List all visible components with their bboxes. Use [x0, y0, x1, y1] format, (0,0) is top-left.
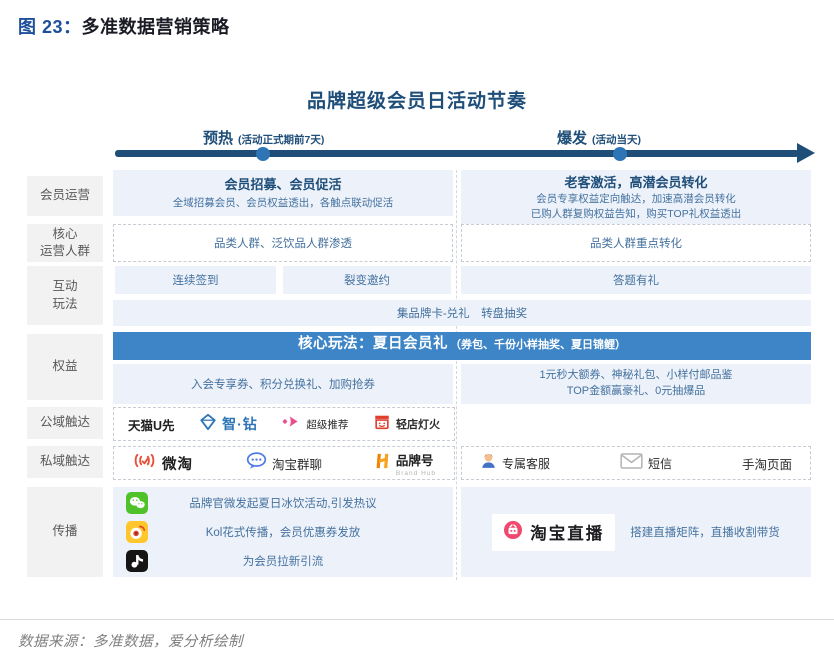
data-source-caption: 数据来源：多准数据，爱分析绘制 — [18, 630, 243, 651]
row-label-core-group: 核心 运营人群 — [27, 224, 103, 262]
membership-burst-line1: 会员专享权益定向触达，加速高潜会员转化 — [536, 192, 736, 207]
membership-burst-title: 老客激活，高潜会员转化 — [564, 172, 707, 191]
logo-qingdian: 轻店灯火 — [373, 413, 440, 436]
core-group-burst-box: 品类人群重点转化 — [461, 224, 811, 262]
logo-service: 专属客服 — [480, 452, 550, 474]
wechat-icon — [126, 492, 148, 514]
envelope-icon — [620, 453, 643, 474]
gem-icon — [199, 413, 217, 436]
benefits-preheat-box: 入会专享券、积分兑换礼、加购抢券 — [113, 364, 453, 404]
logo-group-chat: 淘宝群聊 — [246, 452, 322, 475]
interactive-signin-box: 连续签到 — [115, 266, 276, 294]
customer-service-icon — [480, 452, 497, 474]
mobile-page-label: 手淘页面 — [742, 454, 792, 473]
service-label: 专属客服 — [502, 455, 550, 472]
weibo-icon — [126, 521, 148, 543]
benefits-burst-line1: 1元秒大额券、神秘礼包、小样付邮品鉴 — [539, 368, 732, 384]
figure-canvas: 图 23：多准数据营销策略 品牌超级会员日活动节奏 预热 (活动正式期前7天) … — [0, 0, 834, 670]
row-label-public-reach: 公域触达 — [27, 407, 103, 439]
figure-name: 多准数据营销策略 — [82, 17, 230, 37]
taobao-live-icon — [503, 520, 523, 545]
phase-burst: 爆发 (活动当天) — [557, 127, 641, 148]
communication-line3: 为会员拉新引流 — [243, 553, 324, 569]
footer-divider — [0, 619, 834, 620]
interactive-quiz-box: 答题有礼 — [461, 266, 811, 294]
communication-line1-row: 品牌官微发起夏日冰饮活动,引发热议 — [113, 489, 453, 518]
phase-preheat: 预热 (活动正式期前7天) — [203, 127, 324, 148]
figure-title: 图 23：多准数据营销策略 — [18, 13, 230, 39]
phase-preheat-name: 预热 — [203, 127, 233, 148]
broadcast-icon — [132, 452, 157, 474]
benefits-burst-box: 1元秒大额券、神秘礼包、小样付邮品鉴 TOP金额赢豪礼、0元抽爆品 — [461, 364, 811, 404]
arrow-icon — [282, 414, 301, 434]
row-label-benefits: 权益 — [27, 334, 103, 400]
membership-preheat-desc: 全域招募会员、会员权益透出，各触点联动促活 — [173, 196, 394, 211]
brand-hub-h-icon — [375, 452, 391, 475]
taobao-live-label: 淘宝直播 — [530, 520, 604, 544]
logo-zhizuan: 智·钻 — [199, 413, 258, 436]
membership-preheat-box: 会员招募、会员促活 全域招募会员、会员权益透出，各触点联动促活 — [113, 170, 453, 216]
phase-burst-note: (活动当天) — [592, 132, 641, 147]
interactive-invite-box: 裂变邀约 — [283, 266, 451, 294]
logo-sms: 短信 — [620, 453, 672, 474]
private-reach-left-box: 微淘 淘宝群聊 品牌号 Brand Hub — [113, 446, 455, 480]
phase-burst-name: 爆发 — [557, 127, 587, 148]
communication-line2-row: Kol花式传播，会员优惠券发放 — [113, 518, 453, 547]
communication-right-box: 淘宝直播 搭建直播矩阵，直播收割带货 — [461, 487, 811, 577]
core-group-preheat-box: 品类人群、泛饮品人群渗透 — [113, 224, 453, 262]
benefits-banner-main: 核心玩法：夏日会员礼 — [298, 332, 448, 353]
communication-line1: 品牌官微发起夏日冰饮活动,引发热议 — [189, 495, 376, 511]
tiktok-icon — [126, 550, 148, 572]
timeline-arrow-icon — [797, 143, 815, 163]
benefits-banner: 核心玩法：夏日会员礼 （券包、千份小样抽奖、夏日锦鲤） — [113, 332, 811, 360]
diagram-title: 品牌超级会员日活动节奏 — [0, 86, 834, 113]
benefits-banner-note: （券包、千份小样抽奖、夏日锦鲤） — [450, 336, 626, 352]
public-reach-box: 天猫U先 智·钻 超级推荐 轻店灯火 — [113, 407, 455, 441]
column-divider — [456, 170, 457, 580]
chat-bubble-icon — [246, 452, 267, 475]
membership-preheat-title: 会员招募、会员促活 — [224, 174, 341, 193]
timeline-dot-preheat — [256, 147, 270, 161]
phase-preheat-note: (活动正式期前7天) — [238, 132, 324, 147]
qingdian-label: 轻店灯火 — [396, 416, 440, 432]
membership-burst-line2: 已购人群复购权益告知，购买TOP礼权益透出 — [531, 207, 741, 222]
timeline-dot-burst — [613, 147, 627, 161]
communication-line2: Kol花式传播，会员优惠券发放 — [206, 524, 361, 540]
brand-hub-label: 品牌号 — [396, 450, 434, 469]
communication-line3-row: 为会员拉新引流 — [113, 547, 453, 576]
group-chat-label: 淘宝群聊 — [272, 454, 322, 473]
tmall-u-label: 天猫U先 — [128, 415, 175, 434]
interactive-cards-box: 集品牌卡-兑礼 转盘抽奖 — [113, 300, 811, 326]
row-label-private-reach: 私域触达 — [27, 446, 103, 478]
super-rec-label: 超级推荐 — [306, 417, 348, 432]
figure-number: 图 23： — [18, 17, 82, 37]
taobao-live-desc: 搭建直播矩阵，直播收割带货 — [630, 524, 780, 540]
logo-tmall-u: 天猫U先 — [128, 415, 175, 434]
benefits-burst-line2: TOP金额赢豪礼、0元抽爆品 — [567, 384, 706, 400]
row-label-membership: 会员运营 — [27, 176, 103, 216]
row-label-communication: 传播 — [27, 487, 103, 577]
zhizuan-label: 智·钻 — [222, 414, 258, 434]
membership-burst-box: 老客激活，高潜会员转化 会员专享权益定向触达，加速高潜会员转化 已购人群复购权益… — [461, 170, 811, 224]
weitao-label: 微淘 — [162, 453, 193, 474]
private-reach-right-box: 专属客服 短信 手淘页面 — [461, 446, 811, 480]
logo-super-rec: 超级推荐 — [282, 414, 348, 434]
taobao-live-logo: 淘宝直播 — [492, 514, 615, 551]
logo-weitao: 微淘 — [132, 452, 193, 474]
timeline-bar — [115, 150, 799, 157]
storefront-icon — [373, 413, 391, 436]
logo-brand-hub: 品牌号 Brand Hub — [375, 450, 436, 477]
mobile-page-item: 手淘页面 — [742, 454, 792, 473]
row-label-interactive: 互动 玩法 — [27, 266, 103, 325]
sms-label: 短信 — [648, 455, 672, 472]
communication-left-box: 品牌官微发起夏日冰饮活动,引发热议 Kol花式传播，会员优惠券发放 为会员拉新引… — [113, 487, 453, 577]
brand-hub-en-label: Brand Hub — [396, 470, 436, 477]
